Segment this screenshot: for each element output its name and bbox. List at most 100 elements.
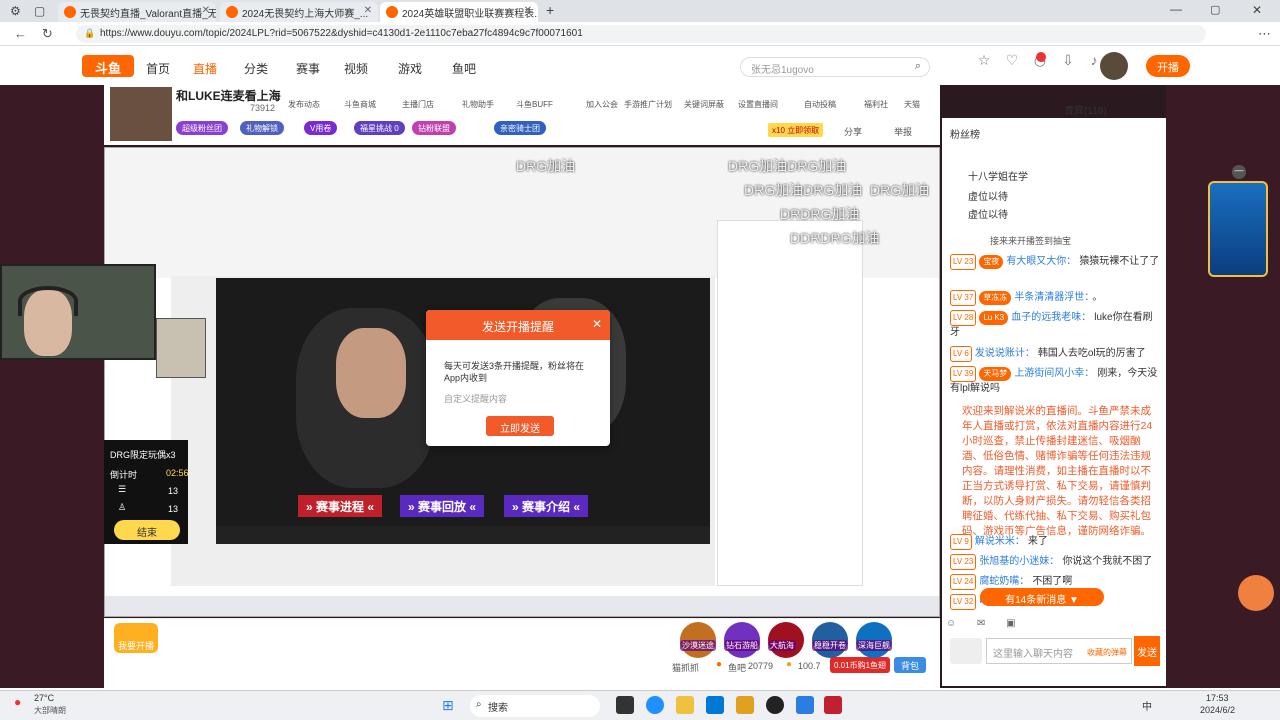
chat-tab[interactable]: 粉丝榜 <box>950 126 980 141</box>
badge[interactable]: 超级粉丝团 <box>176 121 228 135</box>
nav-video[interactable]: 视频 <box>344 60 368 77</box>
refresh-icon[interactable]: ↻ <box>42 26 53 42</box>
badge[interactable]: 福星挑战 0 <box>354 121 405 135</box>
more-icon[interactable]: ⋯ <box>1258 26 1271 42</box>
tool-label[interactable]: 加入公会 <box>586 99 618 110</box>
close-tab-icon[interactable]: ✕ <box>202 5 210 16</box>
search-icon[interactable]: ⌕ <box>915 60 921 73</box>
maximize-icon[interactable]: ▢ <box>1210 3 1220 16</box>
back-icon[interactable]: ← <box>14 26 27 41</box>
player-controls[interactable] <box>216 526 710 544</box>
username[interactable]: 上游街间风小幸： <box>1014 368 1094 379</box>
chat-input[interactable]: 这里输入聊天内容 收藏的弹幕 <box>986 638 1132 664</box>
app-icon[interactable] <box>796 696 814 714</box>
username[interactable]: 张旭基的小迷妹： <box>979 556 1059 567</box>
close-window-icon[interactable]: ✕ <box>1252 3 1262 17</box>
download-icon[interactable]: ⇩ <box>1058 52 1078 69</box>
broadcaster-avatar[interactable] <box>110 87 172 141</box>
app-icon[interactable] <box>824 696 842 714</box>
pinned-item: 虚位以待 <box>968 192 1008 203</box>
douyu-logo[interactable]: 斗鱼 <box>82 55 134 77</box>
ime-indicator[interactable]: 中 <box>1142 698 1152 713</box>
explorer-icon[interactable] <box>676 696 694 714</box>
badge[interactable]: V用卷 <box>304 121 338 135</box>
new-tab-icon[interactable]: + <box>546 2 554 18</box>
tool-label[interactable]: 斗鱼商城 <box>344 99 376 110</box>
chat-toolbar: ☺ ✉ ▣ <box>946 618 1164 632</box>
nav-fishbar[interactable]: 鱼吧 <box>452 60 476 77</box>
username[interactable]: 腐蛇奶嘴： <box>979 576 1029 587</box>
recharge-button[interactable]: 0.01币购1鱼翅 <box>830 657 891 673</box>
browser-tab[interactable]: 2024无畏契约上海大师赛_... ✕ <box>220 2 378 22</box>
chat-avatar[interactable] <box>950 638 982 664</box>
heart-icon[interactable]: ♡ <box>1002 52 1022 69</box>
banner-match-intro[interactable]: » 赛事介绍 « <box>504 495 589 517</box>
chat-send-button[interactable]: 发送 <box>1134 636 1160 666</box>
badge[interactable]: 亲密骑士团 <box>494 121 546 135</box>
banner-match-replay[interactable]: » 赛事回放 « <box>400 495 485 517</box>
bag-button[interactable]: 背包 <box>894 657 926 673</box>
minimize-icon[interactable]: — <box>1170 2 1182 16</box>
tool-label[interactable]: 设置直播间 <box>738 99 778 110</box>
saved-danmu-link[interactable]: 收藏的弹幕 <box>1087 647 1127 658</box>
tool-label[interactable]: 主播门店 <box>402 99 434 110</box>
fishbar-label[interactable]: 猫抓抓 <box>672 661 699 674</box>
username[interactable]: 半条清清器浮世： <box>1014 292 1089 303</box>
close-icon[interactable]: — <box>1232 165 1246 179</box>
url-field[interactable]: 🔒 https://www.douyu.com/topic/2024LPL?ri… <box>76 25 1206 43</box>
close-tab-icon[interactable]: ✕ <box>524 5 532 16</box>
nav-games[interactable]: 游戏 <box>398 60 422 77</box>
share-button[interactable]: 分享 <box>844 125 862 138</box>
event-icon[interactable] <box>1238 575 1274 611</box>
badge[interactable]: 礼物解锁 <box>240 121 284 135</box>
username[interactable]: 血子的远我老味： <box>1011 312 1091 323</box>
windows-start-icon[interactable]: ⊞ <box>442 697 454 714</box>
username[interactable]: 有大眼又大你： <box>1006 256 1076 267</box>
browser-menu-icon[interactable]: ⚙ <box>10 4 21 18</box>
report-button[interactable]: 举报 <box>894 125 912 138</box>
new-messages-button[interactable]: 有14条新消息 ▼ <box>980 588 1104 606</box>
tab-overview-icon[interactable]: ▢ <box>34 4 45 18</box>
nav-home[interactable]: 首页 <box>146 60 170 77</box>
fleet-event-badge[interactable] <box>1208 181 1268 277</box>
browser-tab[interactable]: 无畏契约直播_Valorant直播_无... ✕ <box>58 2 216 22</box>
close-tab-icon[interactable]: ✕ <box>364 5 372 16</box>
chat-tab[interactable]: 贵宾(119) <box>1064 102 1107 117</box>
star-icon[interactable]: ☆ <box>974 52 994 69</box>
tool-label[interactable]: 关键词屏蔽 <box>684 99 724 110</box>
nav-live[interactable]: 直播 <box>193 60 217 77</box>
taskbar-search-text: 搜索 <box>488 703 508 714</box>
badge[interactable]: 钻粉联盟 <box>412 121 456 135</box>
modal-line2[interactable]: 自定义提醒内容 <box>444 392 507 405</box>
tool-label[interactable]: 天猫 <box>904 99 920 110</box>
widgets-icon[interactable] <box>646 696 664 714</box>
nav-esports[interactable]: 赛事 <box>296 60 320 77</box>
end-lottery-button[interactable]: 结束 <box>114 520 180 540</box>
app-icon[interactable] <box>766 696 784 714</box>
start-stream-button[interactable]: 开播 <box>1146 55 1190 77</box>
taskview-icon[interactable] <box>616 696 634 714</box>
browser-tab-active[interactable]: 2024英雄联盟职业联赛赛程表... ✕ <box>380 2 538 22</box>
close-icon[interactable]: ✕ <box>592 317 602 331</box>
store-icon[interactable] <box>706 696 724 714</box>
rank-reward[interactable]: x10 立即领取 <box>768 123 824 137</box>
emoji-icon[interactable]: ☺ <box>946 618 956 629</box>
nav-category[interactable]: 分类 <box>244 60 268 77</box>
tool-label[interactable]: 发布动态 <box>288 99 320 110</box>
username[interactable]: 解说米米： <box>975 536 1025 547</box>
user-avatar[interactable] <box>1100 52 1128 80</box>
tool-label[interactable]: 手游推广计划 <box>624 99 672 110</box>
username[interactable]: 发说说账计： <box>975 348 1035 359</box>
gift-icon[interactable]: ✉ <box>977 618 985 629</box>
banner-match-progress[interactable]: » 赛事进程 « <box>298 495 383 517</box>
send-reminder-button[interactable]: 立即发送 <box>486 416 554 436</box>
tool-label[interactable]: 自动投稿 <box>804 99 836 110</box>
search-input[interactable]: 张无忌1ugovo ⌕ <box>740 57 930 77</box>
taskbar-search[interactable]: ⌕ 搜索 <box>470 695 600 717</box>
tool-label[interactable]: 礼物助手 <box>462 99 494 110</box>
tool-label[interactable]: 福利社 <box>864 99 888 110</box>
start-stream-badge[interactable]: 我要开播 <box>114 623 158 653</box>
app-icon[interactable] <box>736 696 754 714</box>
tool-label[interactable]: 斗鱼BUFF <box>516 99 553 110</box>
image-icon[interactable]: ▣ <box>1006 618 1015 629</box>
